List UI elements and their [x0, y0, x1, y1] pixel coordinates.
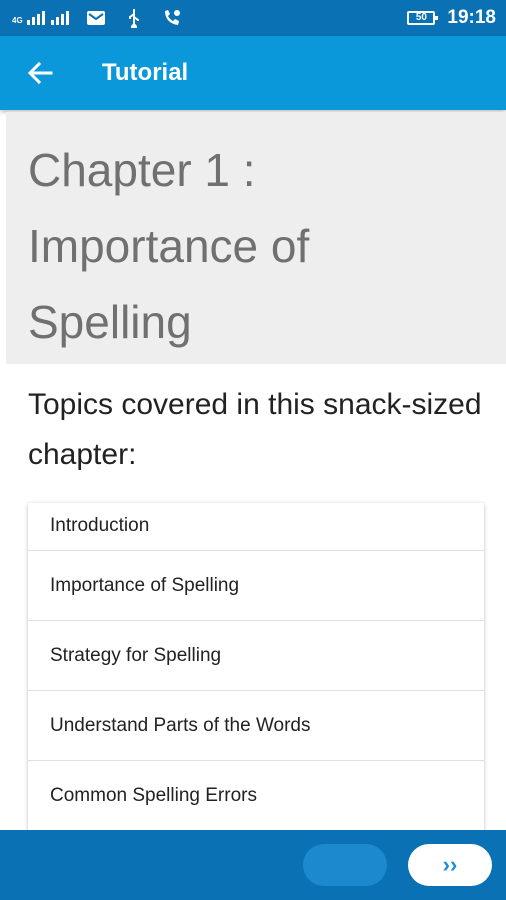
bottom-bar: ›› — [0, 830, 506, 900]
chapter-title: Chapter 1 : Importance of Spelling — [28, 144, 310, 348]
next-button[interactable]: ›› — [408, 844, 492, 886]
list-item-label: Common Spelling Errors — [50, 784, 257, 806]
status-bar-right: 50 19:18 — [407, 7, 496, 29]
list-item[interactable]: Introduction — [28, 503, 484, 551]
network-type: 4G — [12, 16, 23, 25]
topics-heading: Topics covered in this snack-sized chapt… — [28, 388, 482, 471]
list-item[interactable]: Importance of Spelling — [28, 551, 484, 621]
battery-icon: 50 — [407, 11, 439, 25]
list-item-label: Strategy for Spelling — [50, 644, 222, 666]
list-item-label: Importance of Spelling — [50, 574, 240, 596]
topics-list: Introduction Importance of Spelling Stra… — [28, 503, 484, 843]
usb-icon — [123, 9, 145, 28]
mail-icon — [85, 9, 107, 27]
list-item[interactable]: Strategy for Spelling — [28, 621, 484, 691]
next-label: ›› — [442, 852, 458, 877]
status-bar-left: 4G — [12, 9, 183, 28]
list-item[interactable]: Common Spelling Errors — [28, 761, 484, 831]
page-title: Tutorial — [102, 59, 189, 86]
list-item-label: Understand Parts of the Words — [50, 714, 311, 736]
arrow-back-icon[interactable] — [20, 53, 60, 93]
list-item[interactable]: Understand Parts of the Words — [28, 691, 484, 761]
status-bar: 4G 50 19:18 — [0, 0, 506, 36]
previous-button[interactable] — [303, 844, 387, 886]
list-item-label: Introduction — [50, 515, 150, 536]
phone-icon — [161, 9, 183, 27]
clock: 19:18 — [447, 7, 496, 28]
app-bar: Tutorial — [0, 36, 506, 110]
signal-icon: 4G — [12, 11, 69, 25]
chapter-header: Chapter 1 : Importance of Spelling — [6, 112, 506, 364]
